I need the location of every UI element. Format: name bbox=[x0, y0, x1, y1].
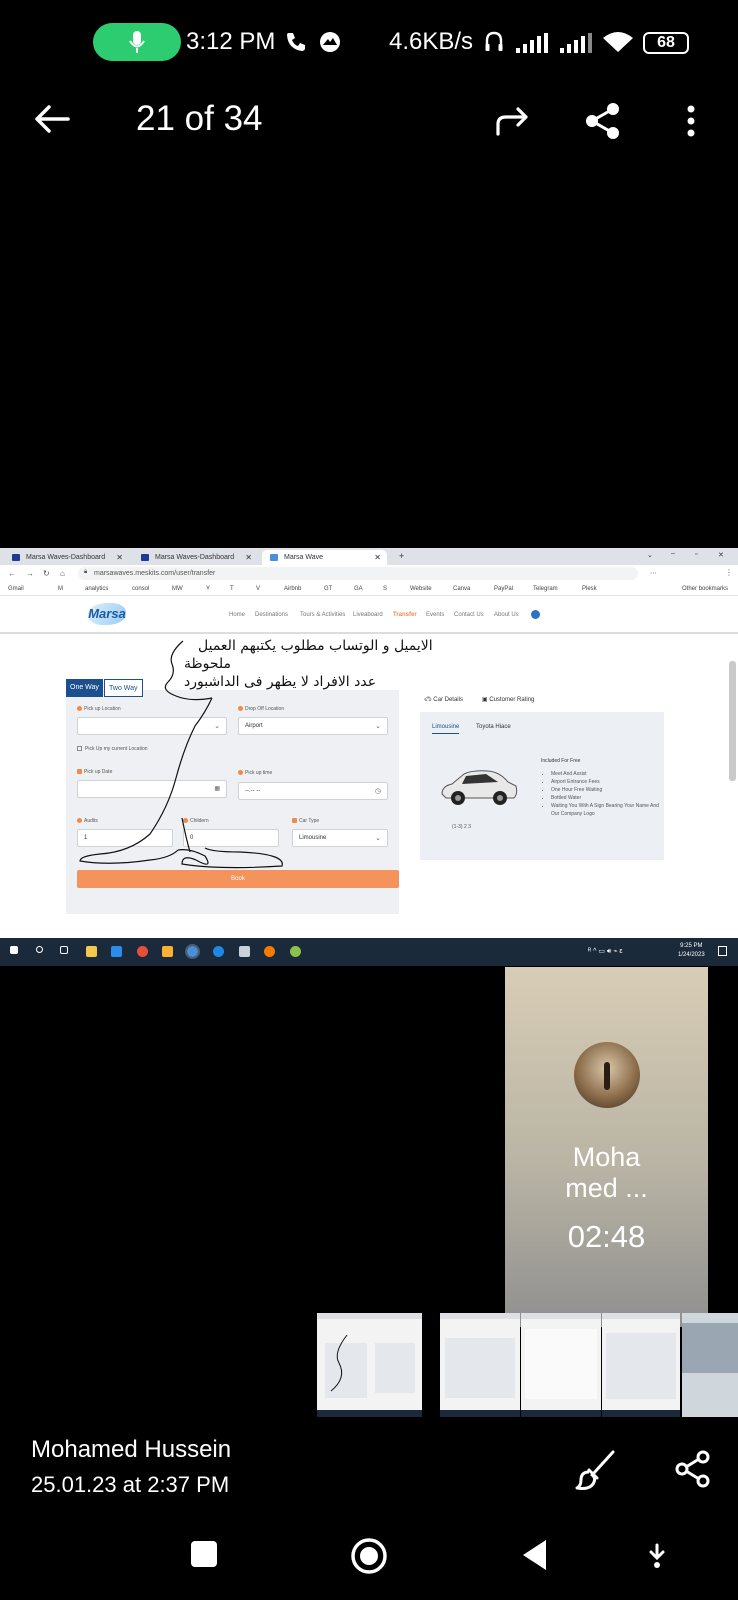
search-icon[interactable] bbox=[36, 946, 43, 953]
call-overlay[interactable]: Moha med ... 02:48 bbox=[505, 967, 708, 1327]
included-title: Included For Free bbox=[541, 758, 581, 764]
headset-icon bbox=[485, 31, 503, 51]
car-tab-hiace[interactable]: Toyota Hiace bbox=[476, 724, 511, 730]
task-view-icon[interactable] bbox=[60, 946, 68, 954]
signal-icon bbox=[516, 33, 548, 53]
mail-icon[interactable] bbox=[111, 946, 122, 957]
taskbar-date: 1/24/2023 bbox=[678, 952, 705, 958]
app-notification-icon bbox=[320, 32, 340, 52]
list-item: Meet And Assist bbox=[551, 770, 659, 778]
sent-date: 25.01.23 at 2:37 PM bbox=[31, 1472, 230, 1497]
calculator-icon[interactable] bbox=[239, 946, 250, 957]
taskbar-time: 9:25 PM bbox=[680, 943, 703, 949]
system-tray-icons[interactable]: ᴿ ^ ▭ 🔊︎ ⌁ ε bbox=[588, 947, 623, 956]
taskbar-clock[interactable]: 9:25 PM 1/24/2023 bbox=[678, 942, 705, 960]
edit-brush-icon[interactable] bbox=[575, 1448, 619, 1492]
tab-label: Customer Rating bbox=[489, 697, 535, 703]
page-scrollbar[interactable] bbox=[729, 661, 736, 781]
call-duration: 02:48 bbox=[567, 1219, 646, 1254]
edge-icon[interactable] bbox=[213, 946, 224, 957]
share-icon[interactable] bbox=[675, 1450, 711, 1488]
thumbnail[interactable] bbox=[682, 1313, 738, 1417]
wifi-icon bbox=[603, 32, 633, 52]
caller-name: Moha med ... bbox=[565, 1142, 648, 1203]
microphone-icon bbox=[129, 31, 145, 53]
car-details-panel: Limousine Toyota Hiace (1-3) 2 3 Include… bbox=[420, 712, 664, 860]
site-logo-text: Marsa bbox=[88, 606, 126, 621]
more-menu-icon[interactable] bbox=[686, 104, 696, 138]
list-item: One Hour Free Waiting bbox=[551, 786, 659, 794]
status-time: 3:12 PM bbox=[186, 28, 276, 55]
notification-icon[interactable] bbox=[718, 946, 727, 956]
included-list: Meet And Assist Airport Entrance Fees On… bbox=[551, 770, 659, 818]
list-item: Airport Entrance Fees bbox=[551, 778, 659, 786]
car-image bbox=[441, 770, 518, 805]
call-icon bbox=[287, 33, 305, 51]
book-button[interactable]: Book bbox=[77, 870, 399, 888]
avatar bbox=[574, 1042, 640, 1108]
back-arrow-icon[interactable] bbox=[34, 104, 70, 134]
forward-icon[interactable] bbox=[494, 106, 530, 136]
windows-start-icon[interactable] bbox=[10, 946, 18, 954]
thumbnail[interactable] bbox=[521, 1313, 601, 1417]
back-button[interactable] bbox=[520, 1538, 548, 1572]
file-explorer-icon[interactable] bbox=[86, 946, 97, 957]
tab-car-details[interactable]: 🚗︎ Car Details bbox=[424, 696, 463, 703]
recents-button[interactable] bbox=[191, 1541, 217, 1567]
share-icon[interactable] bbox=[585, 102, 621, 140]
home-button[interactable] bbox=[350, 1537, 388, 1575]
thumbnail[interactable] bbox=[317, 1313, 422, 1417]
car-tab-limousine[interactable]: Limousine bbox=[432, 724, 460, 734]
chrome-active-icon[interactable] bbox=[185, 944, 200, 959]
list-item: Bottled Water bbox=[551, 794, 659, 802]
list-item: Waiting You With A Sign Bearing Your Nam… bbox=[551, 802, 659, 818]
recording-indicator[interactable] bbox=[93, 23, 181, 61]
car-capacity: (1-3) 2 3 bbox=[452, 824, 471, 830]
thumbnail[interactable] bbox=[440, 1313, 520, 1417]
windows-taskbar: ᴿ ^ ▭ 🔊︎ ⌁ ε 9:25 PM 1/24/2023 bbox=[0, 938, 738, 966]
thumbnail[interactable] bbox=[602, 1313, 680, 1417]
net-speed: 4.6KB/s bbox=[389, 28, 474, 55]
app-icon[interactable] bbox=[290, 946, 301, 957]
signal-2-icon bbox=[560, 33, 592, 53]
nav-extra-icon[interactable] bbox=[645, 1543, 669, 1569]
screenshot-image: Marsa Waves-Dashboard ✕ Marsa Waves-Dash… bbox=[0, 548, 738, 966]
tab-label: Car Details bbox=[433, 697, 463, 703]
image-counter: 21 of 34 bbox=[136, 99, 263, 138]
battery-indicator: 68 bbox=[643, 32, 689, 54]
app-icon[interactable] bbox=[264, 946, 275, 957]
pen-annotation-scribble bbox=[330, 1334, 348, 1392]
tab-customer-rating[interactable]: ▣ Customer Rating bbox=[482, 696, 534, 703]
chrome-icon[interactable] bbox=[137, 946, 148, 957]
store-icon[interactable] bbox=[162, 946, 173, 957]
sender-name: Mohamed Hussein bbox=[31, 1436, 232, 1463]
